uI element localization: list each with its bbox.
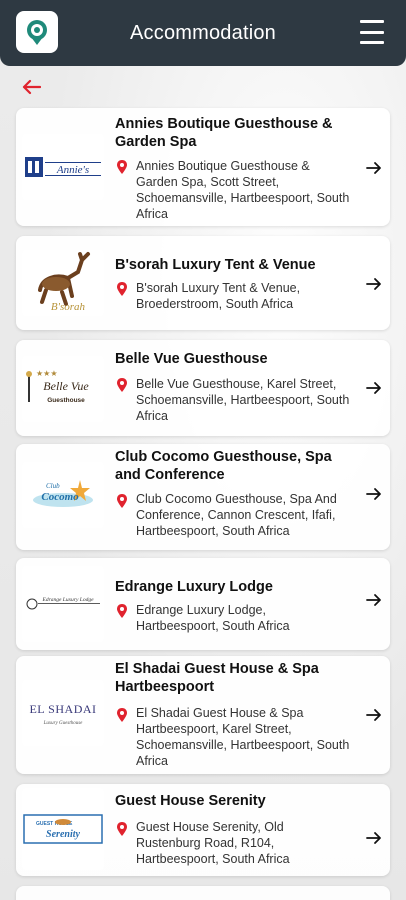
listing-logo-image: ★★★ Belle Vue Guesthouse xyxy=(22,356,104,422)
app-logo-icon[interactable] xyxy=(16,11,58,53)
listing-name: B'sorah Luxury Tent & Venue xyxy=(115,257,316,273)
page-title: Accommodation xyxy=(130,21,276,44)
listing-logo-image: Annie's xyxy=(22,134,104,200)
listing-name: Annies Boutique Guesthouse & Garden Spa xyxy=(115,116,333,150)
arrow-right-icon[interactable] xyxy=(366,276,382,292)
listing-card[interactable]: GUEST HOUSE Serenity Guest House Serenit… xyxy=(16,784,390,876)
hamburger-menu-icon[interactable] xyxy=(360,20,384,44)
map-pin-icon xyxy=(117,378,127,392)
listing-logo-subtext: Luxury Guesthouse xyxy=(43,721,84,726)
listing-logo-text: Edrange Luxury Lodge xyxy=(41,597,94,603)
listing-card[interactable]: ★★★ Belle Vue Guesthouse Belle Vue Guest… xyxy=(16,340,390,436)
listing-address: Guest House Serenity, Old Rustenburg Roa… xyxy=(136,820,290,866)
listing-logo-image: EL SHADAI Luxury Guesthouse xyxy=(22,680,104,746)
arrow-right-icon[interactable] xyxy=(366,707,382,723)
listing-logo-text: B'sorah xyxy=(51,301,86,313)
listing-logo-image: Edrange Luxury Lodge xyxy=(22,566,104,642)
listing-name: Belle Vue Guesthouse xyxy=(115,351,268,367)
back-arrow-icon[interactable] xyxy=(20,76,42,98)
listing-address: Annies Boutique Guesthouse & Garden Spa,… xyxy=(136,159,350,221)
listing-logo-subtext: Club xyxy=(46,482,60,490)
listing-card-partial[interactable] xyxy=(16,886,390,900)
arrow-right-icon[interactable] xyxy=(366,380,382,396)
map-pin-icon xyxy=(117,708,127,722)
listing-address: Edrange Luxury Lodge, Hartbeespoort, Sou… xyxy=(136,603,290,633)
map-pin-icon xyxy=(117,494,127,508)
listing-logo-text: Annie's xyxy=(56,164,89,176)
listing-card[interactable]: EL SHADAI Luxury Guesthouse El Shadai Gu… xyxy=(16,656,390,774)
listing-card[interactable]: B'sorah B'sorah Luxury Tent & Venue B'so… xyxy=(16,236,390,330)
listing-address: Belle Vue Guesthouse, Karel Street, Scho… xyxy=(136,377,350,423)
listing-card[interactable]: Annie's Annies Boutique Guesthouse & Gar… xyxy=(16,108,390,226)
listing-address: B'sorah Luxury Tent & Venue, Broederstro… xyxy=(136,281,301,311)
arrow-right-icon[interactable] xyxy=(366,160,382,176)
listing-logo-image: GUEST HOUSE Serenity xyxy=(22,788,104,870)
listing-logo-text: Serenity xyxy=(46,829,80,840)
listing-logo-image: Club Cocomo xyxy=(22,462,104,528)
arrow-right-icon[interactable] xyxy=(366,830,382,846)
map-pin-icon xyxy=(117,160,127,174)
listing-logo-image: B'sorah xyxy=(22,250,104,316)
listing-logo-text: EL SHADAI xyxy=(29,702,96,716)
listing-name: Edrange Luxury Lodge xyxy=(115,579,273,595)
map-pin-icon xyxy=(117,604,127,618)
listing-card[interactable]: Edrange Luxury Lodge Edrange Luxury Lodg… xyxy=(16,558,390,650)
listing-address: El Shadai Guest House & Spa Hartbeespoor… xyxy=(136,706,350,768)
map-pin-icon xyxy=(117,822,127,836)
rating-stars: ★★★ xyxy=(36,369,58,378)
map-pin-icon xyxy=(117,282,127,296)
arrow-right-icon[interactable] xyxy=(366,592,382,608)
arrow-right-icon[interactable] xyxy=(366,486,382,502)
listing-logo-subtext: Guesthouse xyxy=(47,397,85,404)
listing-name: Club Cocomo Guesthouse, Spa and Conferen… xyxy=(115,449,332,483)
listing-card[interactable]: Club Cocomo Club Cocomo Guesthouse, Spa … xyxy=(16,444,390,550)
listing-logo-text: Belle Vue xyxy=(43,379,89,393)
listing-logo-text: Cocomo xyxy=(41,491,79,503)
listing-name: El Shadai Guest House & Spa Hartbeespoor… xyxy=(115,661,319,695)
listing-address: Club Cocomo Guesthouse, Spa And Conferen… xyxy=(136,492,337,538)
listing-name: Guest House Serenity xyxy=(115,793,266,809)
app-header: Accommodation xyxy=(0,0,406,66)
